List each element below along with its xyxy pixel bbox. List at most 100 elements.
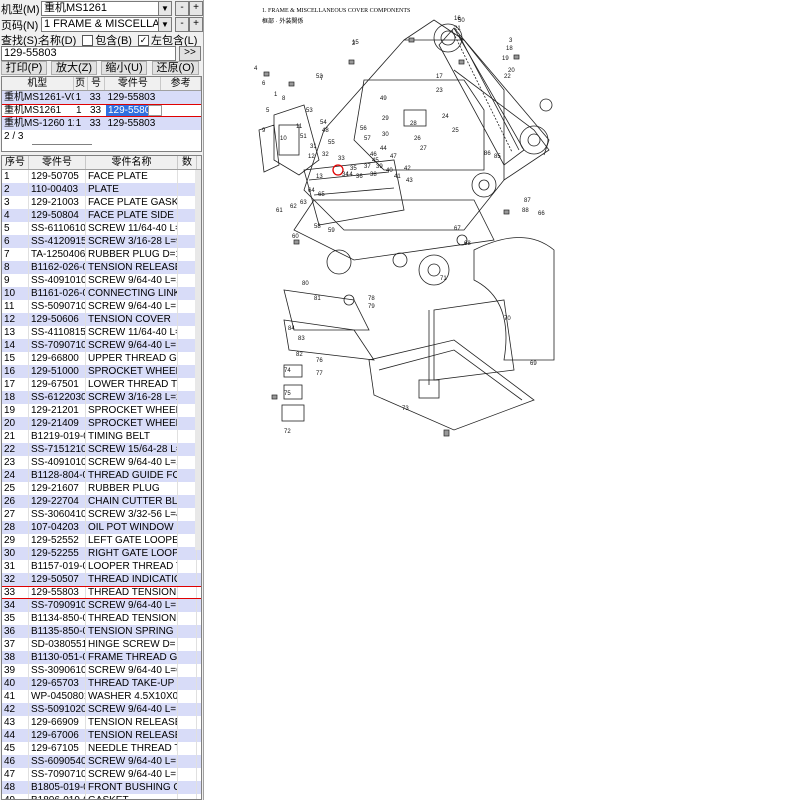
table-row[interactable]: 18SS-6122030-SPSCREW 3/16-28 L=20 bbox=[2, 391, 201, 404]
callout-label[interactable]: 43 bbox=[406, 178, 413, 184]
print-button[interactable]: 打印(P) bbox=[1, 61, 47, 75]
page-plus-button[interactable]: + bbox=[189, 17, 203, 32]
callout-label[interactable]: 59 bbox=[328, 228, 335, 234]
chevron-down-icon[interactable]: ▼ bbox=[158, 18, 171, 31]
table-row-selected[interactable]: 重机MS1261 1 33 129-55803 bbox=[2, 104, 201, 117]
callout-label[interactable]: 40 bbox=[386, 168, 393, 174]
table-row[interactable]: 重机MS-1260 1261 V 1 33 129-55803 bbox=[2, 117, 201, 130]
part-col-header[interactable]: 零件号 bbox=[105, 77, 162, 90]
callout-label[interactable]: 83 bbox=[298, 336, 305, 342]
callout-label[interactable]: 33 bbox=[338, 156, 345, 162]
table-row[interactable]: 44129-67006TENSION RELEASE LEVER bbox=[2, 729, 201, 742]
table-row[interactable]: 2 110-00403 PLATE bbox=[2, 183, 201, 196]
zoom-out-button[interactable]: 缩小(U) bbox=[101, 61, 147, 75]
table-row[interactable]: 5SS-6110610-TPSCREW 11/64-40 L=6 bbox=[2, 222, 201, 235]
table-row[interactable]: 23SS-4091010-SPSCREW 9/64-40 L=10 bbox=[2, 456, 201, 469]
zoom-in-button[interactable]: 放大(Z) bbox=[51, 61, 97, 75]
callout-label[interactable]: 81 bbox=[314, 296, 321, 302]
callout-label[interactable]: 53 bbox=[306, 108, 313, 114]
search-go-button[interactable]: >> bbox=[179, 46, 201, 61]
table-row[interactable]: 3129-21003FACE PLATE GASKET bbox=[2, 196, 201, 209]
table-row[interactable]: 32129-50507THREAD INDICATION LABEL bbox=[2, 573, 201, 586]
table-row[interactable]: 14SS-7090710-SPSCREW 9/64-40 L= 6.8 bbox=[2, 339, 201, 352]
table-row[interactable]: 25 129-21607 RUBBER PLUG bbox=[2, 482, 201, 495]
callout-label[interactable]: 76 bbox=[316, 358, 323, 364]
table-row[interactable]: 43129-66909TENSION RELEASE LEVER bbox=[2, 716, 201, 729]
callout-label[interactable]: 25 bbox=[452, 128, 459, 134]
callout-label[interactable]: 5 bbox=[266, 108, 270, 114]
table-row[interactable]: 4129-50804FACE PLATE SIDE PLATE bbox=[2, 209, 201, 222]
table-row[interactable]: 13SS-4110815-SPSCREW 11/64-40 L=8 bbox=[2, 326, 201, 339]
callout-label[interactable]: 24 bbox=[442, 114, 449, 120]
table-row[interactable]: 17129-67501LOWER THREAD TUBE bbox=[2, 378, 201, 391]
splitter[interactable] bbox=[32, 144, 92, 145]
table-row[interactable]: 30129-52255RIGHT GATE LOOPER COVER bbox=[2, 547, 201, 560]
table-row[interactable]: 26129-22704CHAIN CUTTER BLADE bbox=[2, 495, 201, 508]
callout-label[interactable]: 50 bbox=[458, 18, 465, 24]
contain-checkbox[interactable] bbox=[82, 34, 94, 46]
table-row[interactable]: 45129-67105NEEDLE THREAD TENSION bbox=[2, 742, 201, 755]
callout-label[interactable]: 10 bbox=[280, 136, 287, 142]
scrollbar[interactable] bbox=[195, 170, 201, 550]
callout-label[interactable]: 9 bbox=[262, 128, 266, 134]
callout-label[interactable]: 82 bbox=[296, 352, 303, 358]
page-select[interactable]: 1 FRAME & MISCELLANEOUS ▼ bbox=[41, 17, 172, 32]
chevron-down-icon[interactable]: ▼ bbox=[158, 2, 171, 15]
table-row[interactable]: 42SS-5091020-SPSCREW 9/64-40 L= 9.5 bbox=[2, 703, 201, 716]
table-row[interactable]: 29129-52552LEFT GATE LOOPER COVER bbox=[2, 534, 201, 547]
callout-label[interactable]: 65 bbox=[318, 192, 325, 198]
callout-label[interactable]: 38 bbox=[370, 172, 377, 178]
callout-label[interactable]: 35 bbox=[350, 166, 357, 172]
callout-label[interactable]: 42 bbox=[404, 166, 411, 172]
callout-label[interactable]: 3 bbox=[509, 38, 513, 44]
callout-label[interactable]: 86 bbox=[484, 151, 491, 157]
table-row[interactable]: 28 107-04203 OIL POT WINDOW bbox=[2, 521, 201, 534]
callout-label[interactable]: 21 bbox=[454, 26, 461, 32]
callout-label[interactable]: 22 bbox=[504, 74, 511, 80]
callout-label[interactable]: 30 bbox=[382, 132, 389, 138]
callout-label[interactable]: 44 bbox=[380, 146, 387, 152]
table-row[interactable]: 46SS-6090540-SPSCREW 9/64-40 L= 5.0 bbox=[2, 755, 201, 768]
callout-label[interactable]: 63 bbox=[300, 200, 307, 206]
table-row[interactable]: 37SD-0380551-SPHINGE SCREW D= 3.80 bbox=[2, 638, 201, 651]
callout-label[interactable]: 6 bbox=[262, 81, 266, 87]
table-row[interactable]: 1 129-50705 FACE PLATE bbox=[2, 170, 201, 183]
callout-label[interactable]: 26 bbox=[414, 136, 421, 142]
callout-label[interactable]: 41 bbox=[394, 174, 401, 180]
seq-col-header[interactable]: 序号 bbox=[2, 156, 29, 169]
callout-label[interactable]: 4 bbox=[254, 66, 258, 72]
callout-label[interactable]: 18 bbox=[506, 46, 513, 52]
page-minus-button[interactable]: - bbox=[175, 17, 189, 32]
table-row[interactable]: 38B1130-051-000FRAME THREAD GUIDE bbox=[2, 651, 201, 664]
table-row[interactable]: 19129-21201SPROCKET WHEEL AUX bbox=[2, 404, 201, 417]
callout-label[interactable]: 37 bbox=[364, 164, 371, 170]
callout-label[interactable]: 71 bbox=[440, 276, 447, 282]
callout-label[interactable]: 84 bbox=[288, 326, 295, 332]
callout-label[interactable]: 34 bbox=[342, 172, 349, 178]
table-row[interactable]: 27SS-3060410-SPSCREW 3/32-56 L=4 bbox=[2, 508, 201, 521]
callout-label[interactable]: 70 bbox=[504, 316, 511, 322]
callout-label[interactable]: 57 bbox=[364, 136, 371, 142]
callout-label[interactable]: 80 bbox=[302, 281, 309, 287]
callout-label[interactable]: 36 bbox=[356, 174, 363, 180]
part-name-col-header[interactable]: 零件名称 bbox=[86, 156, 178, 169]
table-row[interactable]: 11SS-5090710-SPSCREW 9/64-40 L= 6.5 bbox=[2, 300, 201, 313]
callout-label[interactable]: 39 bbox=[376, 164, 383, 170]
callout-label[interactable]: 67 bbox=[454, 226, 461, 232]
callout-label[interactable]: 60 bbox=[292, 234, 299, 240]
callout-label[interactable]: 62 bbox=[290, 204, 297, 210]
callout-label[interactable]: 13 bbox=[316, 174, 323, 180]
table-row[interactable]: 24B1128-804-000THREAD GUIDE FOR UP bbox=[2, 469, 201, 482]
callout-label[interactable]: 64 bbox=[308, 188, 315, 194]
model-col-header[interactable]: 机型 bbox=[2, 77, 74, 90]
diagram-drawing[interactable]: 12 345678910111213 14151617181920212223242… bbox=[204, 0, 800, 800]
callout-label[interactable]: 85 bbox=[494, 154, 501, 160]
table-row[interactable]: 重机MS1261-V045 1 33 129-55803 bbox=[2, 91, 201, 104]
model-select[interactable]: 重机MS1261 ▼ bbox=[41, 1, 172, 16]
model-plus-button[interactable]: + bbox=[189, 1, 203, 16]
table-row[interactable]: 10B1161-026-000CONNECTING LINK bbox=[2, 287, 201, 300]
table-row[interactable]: 34SS-7090910-SPSCREW 9/64-40 L= 8.5 bbox=[2, 599, 201, 612]
callout-label[interactable]: 8 bbox=[282, 96, 286, 102]
callout-label[interactable]: 54 bbox=[320, 120, 327, 126]
callout-label[interactable]: 48 bbox=[322, 128, 329, 134]
